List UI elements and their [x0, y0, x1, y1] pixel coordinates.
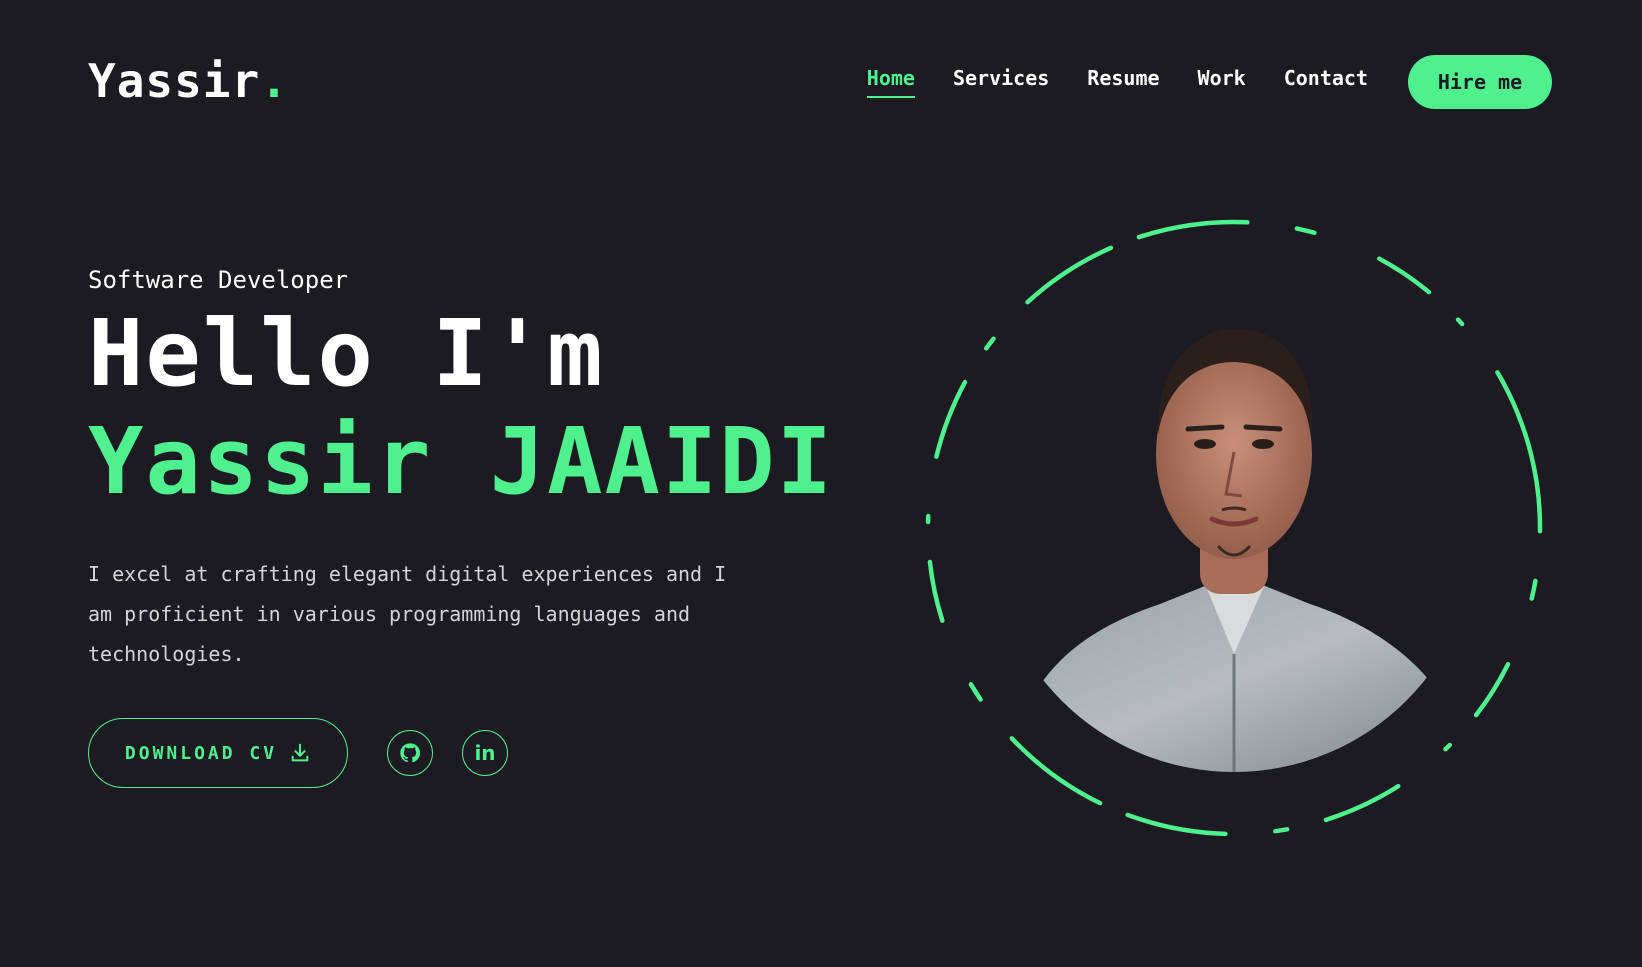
nav-work[interactable]: Work: [1198, 66, 1246, 98]
logo-dot: .: [260, 54, 289, 108]
nav-resume[interactable]: Resume: [1087, 66, 1159, 98]
download-icon: [291, 743, 309, 762]
hero-name: Yassir JAAIDI: [88, 408, 835, 515]
download-cv-label: DOWNLOAD CV: [124, 742, 278, 764]
main-nav: Home Services Resume Work Contact Hire m…: [866, 55, 1552, 109]
download-cv-button[interactable]: DOWNLOAD CV: [88, 718, 348, 788]
github-icon: [400, 743, 421, 763]
hero-description: I excel at crafting elegant digital expe…: [88, 562, 727, 666]
dashed-ring: [925, 219, 1543, 837]
github-link[interactable]: [387, 730, 433, 776]
linkedin-link[interactable]: in: [462, 730, 508, 776]
hero-greeting: Hello I'm: [88, 300, 605, 407]
hero-role: Software Developer: [88, 266, 349, 294]
portrait: [916, 210, 1552, 846]
nav-contact[interactable]: Contact: [1284, 66, 1368, 98]
nav-services[interactable]: Services: [953, 66, 1049, 98]
nav-home[interactable]: Home: [866, 66, 915, 98]
hire-me-button[interactable]: Hire me: [1408, 55, 1552, 109]
linkedin-icon: in: [474, 741, 496, 765]
logo-text: Yassir: [88, 54, 261, 108]
logo[interactable]: Yassir.: [88, 54, 289, 108]
